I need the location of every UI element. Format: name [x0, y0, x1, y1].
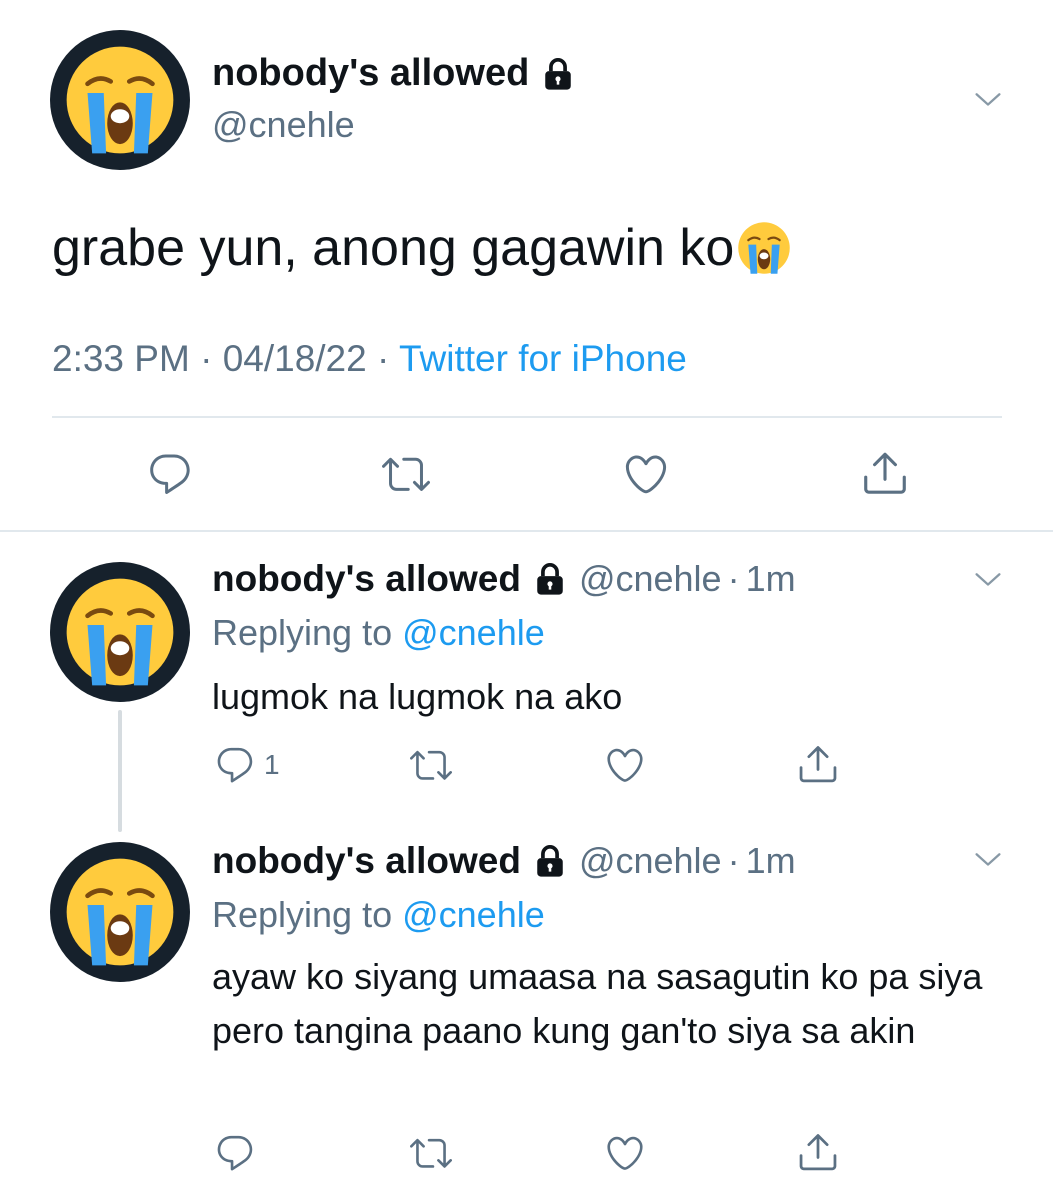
avatar[interactable] — [50, 842, 190, 982]
handle[interactable]: @cnehle — [579, 558, 722, 600]
reply-header: nobody's allowed @cnehle · 1m — [212, 840, 796, 882]
reply-text: ayaw ko siyang umaasa na sasagutin ko pa… — [212, 956, 983, 1051]
timestamp[interactable]: 1m — [746, 840, 796, 882]
avatar[interactable] — [50, 30, 190, 170]
like-button[interactable] — [604, 744, 646, 786]
retweet-icon — [410, 1132, 452, 1174]
replying-prefix: Replying to — [212, 894, 403, 935]
loudly-crying-face-icon — [736, 220, 792, 276]
divider — [52, 416, 1002, 418]
reply-text: lugmok na lugmok na ako — [212, 676, 623, 717]
reply-icon — [214, 744, 256, 786]
replying-prefix: Replying to — [212, 612, 403, 653]
replying-to: Replying to @cnehle — [212, 894, 545, 936]
heart-icon — [622, 450, 670, 498]
replying-to-link[interactable]: @cnehle — [402, 612, 545, 653]
meta-separator: · — [377, 338, 390, 379]
share-button[interactable] — [796, 742, 840, 786]
handle[interactable]: @cnehle — [579, 840, 722, 882]
reply-header: nobody's allowed @cnehle · 1m — [212, 558, 796, 600]
display-name-text[interactable]: nobody's allowed — [212, 840, 521, 882]
display-name-text: nobody's allowed — [212, 52, 530, 94]
share-icon — [860, 448, 910, 498]
chevron-down-icon[interactable] — [974, 852, 1002, 868]
display-name-text[interactable]: nobody's allowed — [212, 558, 521, 600]
retweet-icon — [382, 450, 430, 498]
loudly-crying-face-icon — [50, 562, 190, 702]
retweet-button[interactable] — [382, 450, 430, 498]
loudly-crying-face-icon — [50, 30, 190, 170]
like-button[interactable] — [622, 450, 670, 498]
divider — [0, 530, 1053, 532]
share-icon — [796, 1130, 840, 1174]
replying-to-link[interactable]: @cnehle — [402, 894, 545, 935]
main-handle[interactable]: @cnehle — [212, 104, 355, 146]
tweet-text: grabe yun, anong gagawin ko — [52, 218, 792, 278]
tweet-time: 2:33 PM — [52, 338, 190, 379]
tweet-meta: 2:33 PM · 04/18/22 · Twitter for iPhone — [52, 338, 687, 380]
like-button[interactable] — [604, 1132, 646, 1174]
reply-count: 1 — [264, 749, 280, 780]
retweet-button[interactable] — [410, 744, 452, 786]
lock-icon — [533, 844, 567, 878]
avatar[interactable] — [50, 562, 190, 702]
tweet-text-body: grabe yun, anong gagawin ko — [52, 219, 735, 277]
thread-connector — [118, 710, 122, 832]
meta-separator: · — [727, 558, 740, 599]
meta-separator: · — [727, 840, 740, 881]
main-display-name[interactable]: nobody's allowed — [212, 52, 575, 95]
chevron-down-icon[interactable] — [974, 572, 1002, 588]
chevron-down-icon[interactable] — [974, 92, 1002, 108]
share-button[interactable] — [860, 448, 910, 498]
tweet-source-link[interactable]: Twitter for iPhone — [399, 338, 687, 379]
reply-icon — [214, 1132, 256, 1174]
lock-icon — [533, 562, 567, 596]
reply-icon — [146, 450, 194, 498]
heart-icon — [604, 744, 646, 786]
reply-button[interactable] — [214, 1132, 256, 1174]
loudly-crying-face-icon — [50, 842, 190, 982]
replying-to: Replying to @cnehle — [212, 612, 545, 654]
share-button[interactable] — [796, 1130, 840, 1174]
tweet-date: 04/18/22 — [222, 338, 367, 379]
reply-button[interactable] — [146, 450, 194, 498]
retweet-icon — [410, 744, 452, 786]
retweet-button[interactable] — [410, 1132, 452, 1174]
meta-separator: · — [200, 338, 213, 379]
timestamp[interactable]: 1m — [746, 558, 796, 600]
heart-icon — [604, 1132, 646, 1174]
lock-icon — [541, 57, 575, 91]
reply-button[interactable]: 1 — [214, 744, 280, 786]
share-icon — [796, 742, 840, 786]
